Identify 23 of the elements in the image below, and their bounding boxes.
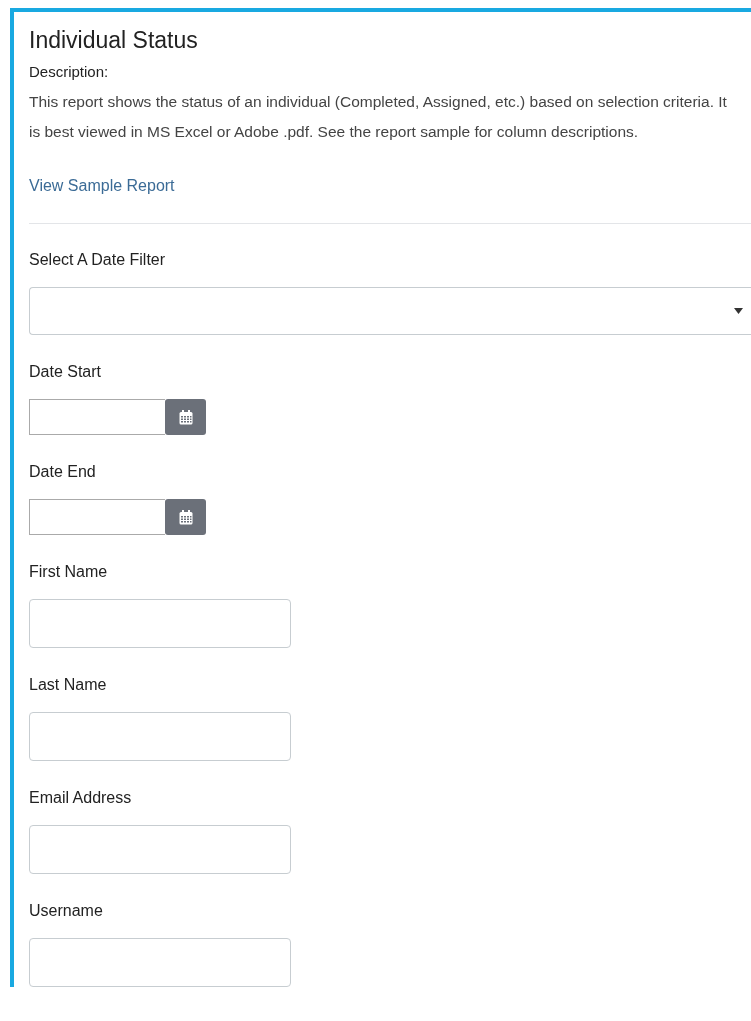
field-label: Select A Date Filter — [29, 250, 166, 270]
date-filter-dropdown[interactable] — [29, 287, 751, 335]
calendar-button[interactable] — [165, 499, 206, 535]
calendar-icon — [178, 509, 193, 525]
text-input-field[interactable] — [29, 712, 291, 761]
field-label: Date End — [29, 462, 96, 482]
description-text: This report shows the status of an individual (Completed, Assigned, etc.) based on selection criteria. It is best viewed in MS Excel or Adobe .pdf. See the report sample for column descriptions. — [29, 92, 728, 142]
text-input-field[interactable] — [29, 938, 291, 987]
calendar-icon — [178, 409, 193, 425]
field-label: Last Name — [29, 675, 107, 695]
description-label: Description: — [29, 62, 109, 82]
page-title: Individual Status — [29, 26, 198, 54]
date-input-field[interactable] — [29, 399, 165, 435]
field-label: First Name — [29, 562, 108, 582]
field-label: Date Start — [29, 362, 102, 382]
view-sample-report-link[interactable]: View Sample Report — [29, 176, 175, 196]
text-input-field[interactable] — [29, 599, 291, 648]
caret-icon — [734, 308, 743, 314]
field-label: Username — [29, 901, 103, 921]
text-input-field[interactable] — [29, 825, 291, 874]
calendar-button[interactable] — [165, 399, 206, 435]
field-label: Email Address — [29, 788, 132, 808]
date-input-field[interactable] — [29, 499, 165, 535]
